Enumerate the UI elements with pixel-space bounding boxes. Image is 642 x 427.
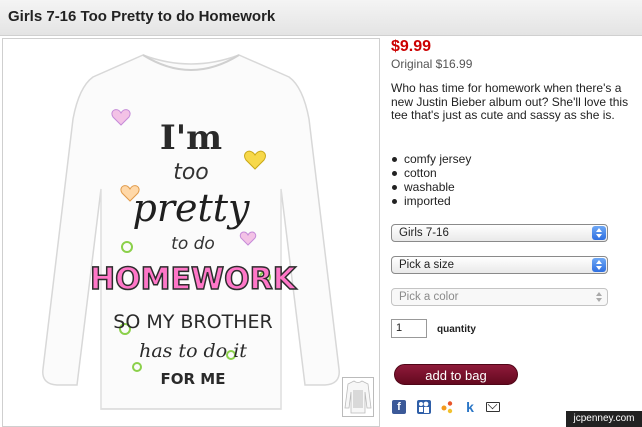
- site-watermark: jcpenney.com: [566, 411, 642, 427]
- color-select[interactable]: Pick a color: [391, 288, 608, 306]
- thumbnail-shirt-icon: [344, 380, 372, 414]
- print-line-todo: to do: [171, 234, 215, 254]
- print-line-has-to: has to do it: [139, 340, 247, 362]
- feature-item: cotton: [392, 166, 471, 180]
- myspace-icon[interactable]: [417, 400, 431, 414]
- size-range-value: Girls 7-16: [399, 227, 449, 239]
- print-line-for-me: FOR ME: [161, 370, 226, 388]
- select-arrows-icon: [592, 258, 606, 272]
- product-description: Who has time for homework when there's a…: [391, 81, 629, 122]
- share-glyph: [441, 401, 453, 414]
- facebook-icon[interactable]: f: [392, 400, 406, 414]
- feature-item: washable: [392, 180, 471, 194]
- email-icon[interactable]: [486, 402, 500, 412]
- select-arrows-icon: [592, 290, 606, 304]
- feature-list: comfy jersey cotton washable imported: [392, 152, 471, 208]
- quantity-label: quantity: [437, 324, 476, 335]
- product-image: I'm too pretty to do HOMEWORK SO MY BROT…: [2, 38, 380, 427]
- product-thumbnail[interactable]: [342, 377, 374, 417]
- size-select[interactable]: Pick a size: [391, 256, 608, 274]
- kaboodle-icon[interactable]: k: [463, 400, 477, 414]
- print-line-brother: SO MY BROTHER: [113, 311, 272, 333]
- sale-price: $9.99: [391, 38, 432, 55]
- product-title: Girls 7-16 Too Pretty to do Homework: [8, 8, 276, 25]
- feature-item: imported: [392, 194, 471, 208]
- print-line-too: too: [173, 160, 209, 185]
- select-arrows-icon: [592, 226, 606, 240]
- add-to-bag-button[interactable]: add to bag: [394, 364, 518, 385]
- title-bar: Girls 7-16 Too Pretty to do Homework: [0, 0, 642, 36]
- feature-item: comfy jersey: [392, 152, 471, 166]
- print-line-pretty: pretty: [133, 186, 251, 230]
- quantity-input[interactable]: 1: [391, 319, 427, 338]
- print-line-im: I'm: [160, 118, 222, 158]
- print-line-homework: HOMEWORK: [90, 262, 298, 297]
- share-icon[interactable]: [440, 400, 454, 414]
- myspace-glyph: [419, 401, 429, 413]
- shirt-illustration: I'm too pretty to do HOMEWORK SO MY BROT…: [42, 54, 340, 410]
- size-select-value: Pick a size: [399, 259, 454, 271]
- color-select-value: Pick a color: [399, 291, 459, 303]
- original-price: Original $16.99: [391, 57, 473, 71]
- size-range-select[interactable]: Girls 7-16: [391, 224, 608, 242]
